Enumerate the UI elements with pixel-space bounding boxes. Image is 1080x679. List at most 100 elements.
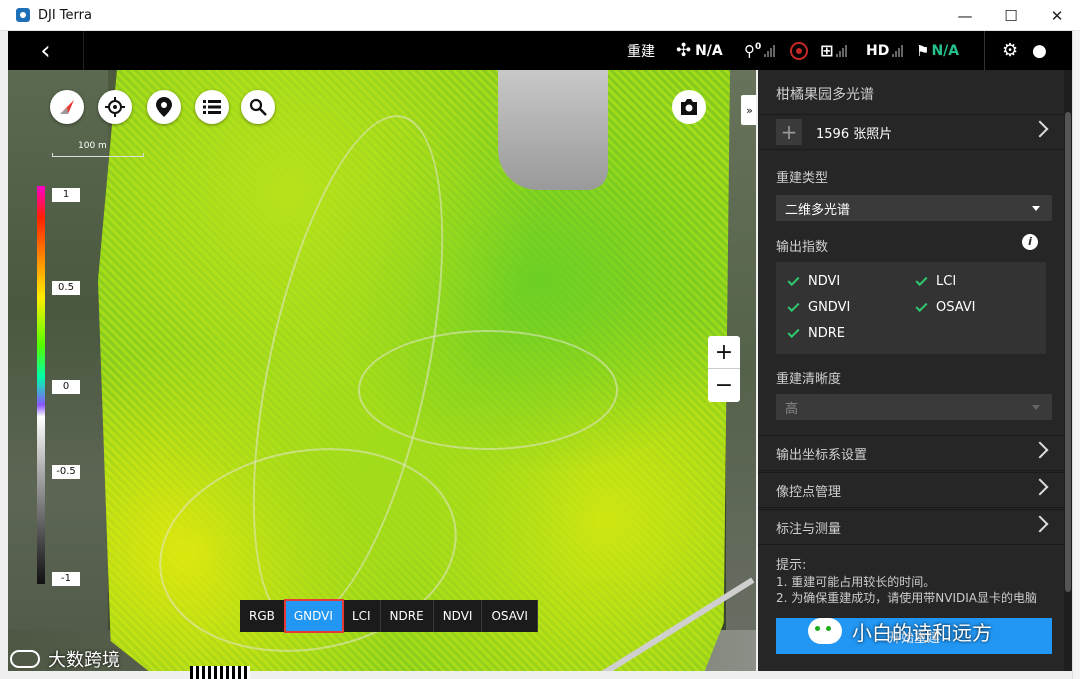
dropdown-caret-icon: [1032, 206, 1040, 211]
annotation-measurement-row[interactable]: 标注与测量: [758, 509, 1064, 545]
zoom-in-button[interactable]: +: [708, 336, 740, 369]
legend-label-min: -1: [52, 572, 80, 586]
tab-ndre[interactable]: NDRE: [381, 600, 434, 632]
rtk-status-value: N/A: [931, 42, 960, 59]
top-toolbar: ‹ 重建 ✣ N/A ⚲ 0 ⊞ HD ⚑ N/A ⚙ ●: [8, 31, 1072, 70]
chevron-right-icon: [1031, 120, 1049, 138]
index-item-osavi[interactable]: OSAVI: [915, 299, 976, 315]
bigdata-logo-icon: [10, 650, 40, 668]
hd-label: HD: [866, 42, 890, 59]
gps-signal-icon: [764, 44, 776, 57]
add-photos-icon[interactable]: +: [776, 119, 802, 145]
coordinate-settings-row[interactable]: 输出坐标系设置: [758, 435, 1064, 471]
rebuild-type-select[interactable]: 二维多光谱: [776, 195, 1052, 221]
collapse-panel-button[interactable]: »: [741, 95, 756, 125]
tips-line-1: 1. 重建可能占用较长的时间。: [776, 575, 936, 589]
gps-status: ⚲ 0: [744, 31, 776, 70]
controller-signal: ⊞: [820, 31, 848, 70]
app-window: DJI Terra — ☐ ✕ ‹ 重建 ✣ N/A ⚲ 0 ⊞ HD ⚑ N/…: [0, 0, 1080, 679]
title-bar: DJI Terra — ☐ ✕: [0, 0, 1080, 31]
settings-panel: 柑橘果园多光谱 + 1596 张照片 重建类型 二维多光谱 输出指数 i NDV…: [758, 70, 1072, 671]
hd-signal: HD: [866, 31, 904, 70]
map-view[interactable]: 100 m 1 0.5 0 -0.5 -1 + − » RGB GNDVI LC…: [8, 70, 756, 671]
tab-rgb[interactable]: RGB: [240, 600, 285, 632]
index-legend-colorbar: [37, 186, 45, 584]
aircraft-status-value: N/A: [695, 42, 723, 59]
scale-label: 100 m: [78, 141, 107, 151]
check-icon: [915, 299, 928, 313]
tab-osavi[interactable]: OSAVI: [482, 600, 538, 632]
compass-icon[interactable]: [50, 90, 84, 124]
minimize-button[interactable]: —: [942, 0, 988, 31]
legend-label-neg-half: -0.5: [52, 465, 80, 479]
chevron-right-icon: [1031, 515, 1049, 533]
maximize-button[interactable]: ☐: [988, 0, 1034, 31]
search-icon[interactable]: [241, 90, 275, 124]
bigdata-watermark: 大数跨境: [10, 646, 120, 672]
controller-icon: ⊞: [820, 41, 834, 60]
output-index-label: 输出指数: [776, 240, 829, 255]
close-button[interactable]: ✕: [1034, 0, 1080, 31]
check-icon: [787, 299, 800, 313]
index-item-ndvi[interactable]: NDVI: [787, 273, 840, 289]
check-icon: [915, 273, 928, 287]
index-tab-bar: RGB GNDVI LCI NDRE NDVI OSAVI: [240, 599, 538, 633]
tips-line-2: 2. 为确保重建成功，请使用带NVIDIA显卡的电脑: [776, 591, 1037, 604]
user-account-icon[interactable]: ●: [1032, 31, 1047, 70]
rtk-status: ⚑ N/A: [916, 31, 959, 70]
index-item-gndvi[interactable]: GNDVI: [787, 299, 850, 315]
locate-crosshair-icon[interactable]: [98, 90, 132, 124]
tips-heading: 提示:: [776, 558, 807, 573]
controller-signal-icon: [836, 44, 848, 57]
qr-code-strip: [190, 666, 250, 679]
chevron-right-icon: [1031, 441, 1049, 459]
aircraft-status: ✣ N/A: [676, 31, 723, 70]
index-item-lci[interactable]: LCI: [915, 273, 956, 289]
photo-count: 1596 张照片: [816, 126, 893, 142]
wechat-icon: [808, 618, 842, 644]
background-window-edge: [1072, 31, 1080, 679]
tab-gndvi[interactable]: GNDVI: [283, 599, 344, 633]
back-button[interactable]: ‹: [8, 31, 84, 70]
panel-scrollbar[interactable]: [1064, 70, 1072, 671]
gps-count: 0: [755, 41, 762, 52]
resolution-value: 高: [785, 401, 799, 417]
info-icon[interactable]: i: [1022, 234, 1038, 250]
camera-icon[interactable]: [672, 90, 706, 124]
scale-bar: [52, 153, 144, 157]
settings-gear-icon[interactable]: ⚙: [1002, 31, 1018, 70]
tips: 提示: 1. 重建可能占用较长的时间。 2. 为确保重建成功，请使用带NVIDI…: [776, 558, 1046, 604]
hd-signal-icon: [892, 44, 904, 57]
check-icon: [787, 273, 800, 287]
chevron-right-icon: [1031, 478, 1049, 496]
zoom-out-button[interactable]: −: [708, 369, 740, 402]
check-icon: [787, 325, 800, 339]
wechat-watermark: 小白的诗和远方: [808, 612, 1070, 650]
dji-terra-logo-icon: [16, 8, 30, 22]
gcp-management-row[interactable]: 像控点管理: [758, 472, 1064, 508]
tab-lci[interactable]: LCI: [343, 600, 381, 632]
resolution-select: 高: [776, 394, 1052, 420]
rtk-icon: ⚑: [916, 41, 930, 60]
output-index-box: NDVI LCI GNDVI OSAVI NDRE: [776, 262, 1046, 354]
list-icon[interactable]: [195, 90, 229, 124]
photos-row[interactable]: + 1596 张照片: [758, 114, 1064, 150]
map-pin-icon[interactable]: [147, 90, 181, 124]
drone-icon: ✣: [676, 40, 692, 61]
resolution-label: 重建清晰度: [776, 372, 842, 387]
satellite-icon: ⚲: [744, 41, 755, 60]
dropdown-caret-icon: [1032, 405, 1040, 410]
rebuild-label: 重建: [627, 43, 655, 60]
legend-label-half: 0.5: [52, 281, 80, 295]
remote-controller-icon: [790, 41, 808, 60]
legend-label-zero: 0: [52, 380, 80, 394]
rebuild-type-label: 重建类型: [776, 171, 829, 186]
tab-ndvi[interactable]: NDVI: [434, 600, 483, 632]
rebuild-type-value: 二维多光谱: [785, 202, 851, 218]
remote-controller-status: [790, 31, 814, 70]
pond-area: [498, 70, 608, 190]
legend-label-max: 1: [52, 188, 80, 202]
window-title: DJI Terra: [38, 7, 92, 23]
zoom-control: + −: [708, 336, 740, 402]
index-item-ndre[interactable]: NDRE: [787, 325, 845, 341]
